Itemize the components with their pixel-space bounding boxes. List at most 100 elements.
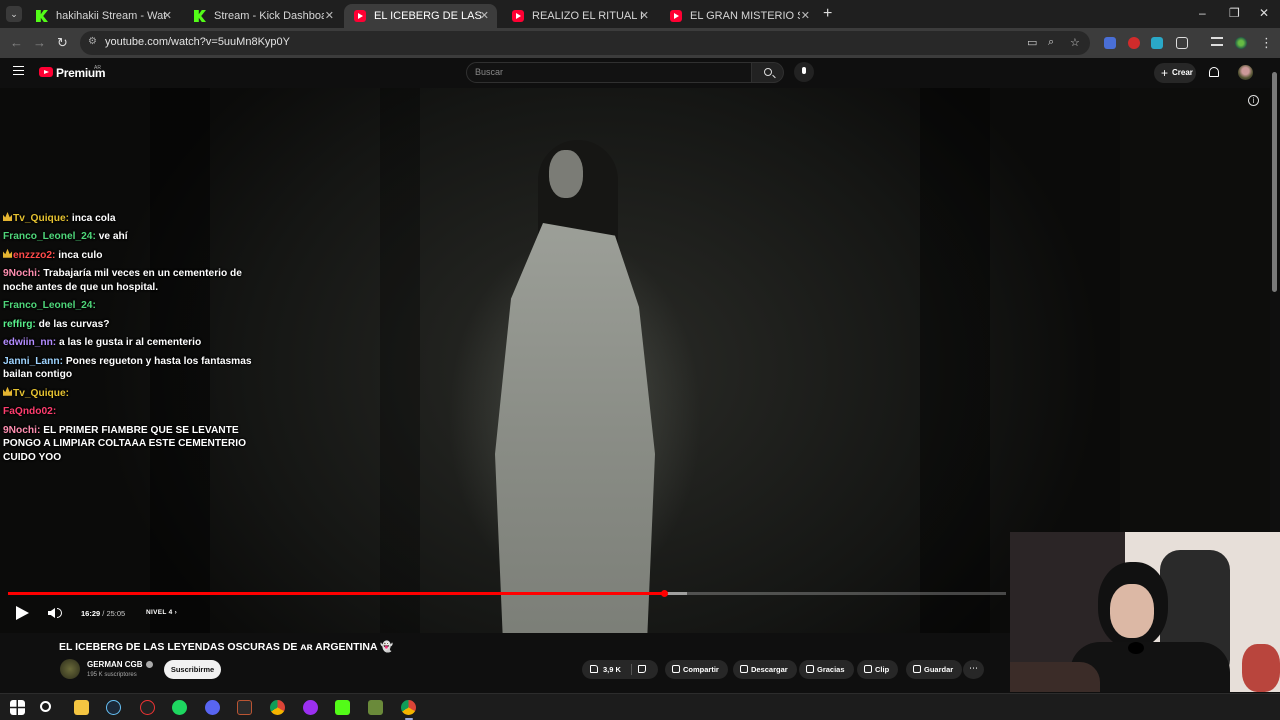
cast-icon[interactable]: ▭ [1027,36,1037,49]
tab-iceberg[interactable]: EL ICEBERG DE LAS LEYENDAS O ✕ [344,4,497,28]
search-icon[interactable] [40,701,51,712]
new-tab-button[interactable]: + [823,5,832,23]
channel-name-text[interactable]: GERMAN CGB [87,660,143,669]
chat-username[interactable]: Tv_Quique: [13,213,69,224]
chat-username[interactable]: enzzzo2: [13,250,55,261]
tab-kick-dashboard[interactable]: Stream - Kick Dashboard ✕ [184,4,342,28]
close-icon[interactable]: ✕ [801,9,810,22]
search-input[interactable]: Buscar [466,62,752,83]
scrollbar-thumb[interactable] [1272,72,1277,292]
tab-kick-stream[interactable]: hakihakii Stream - Watch Live on ✕ [26,4,180,28]
profile-avatar-icon[interactable] [1235,37,1247,49]
chat-username[interactable]: FaQndo02: [3,406,56,417]
zoom-icon[interactable]: ⌕ [1048,36,1054,49]
like-count[interactable]: 3,9 K [603,660,621,679]
bookmark-star-icon[interactable]: ☆ [1070,36,1080,49]
tab-title: hakihakii Stream - Watch Live on [56,10,166,22]
app-icon[interactable] [237,700,252,715]
progress-scrubber[interactable] [660,590,668,597]
chat-text: inca cola [71,213,116,224]
account-avatar[interactable] [1238,65,1253,80]
channel-avatar[interactable] [60,659,80,679]
info-icon[interactable]: i [1248,95,1259,106]
obs-icon[interactable] [140,700,155,715]
stream-chat-overlay: Tv_Quique: inca cola Franco_Leonel_24: ve… [3,212,273,469]
chrome-active-icon[interactable] [401,700,416,715]
reload-icon[interactable]: ↻ [57,35,68,51]
create-button[interactable]: Crear [1154,63,1196,83]
back-icon[interactable]: ← [10,35,23,50]
video-details: EL ICEBERG DE LAS LEYENDAS OSCURAS DE ᴀʀ… [0,633,1010,693]
extensions-puzzle-icon[interactable] [1176,37,1188,49]
chat-text: de las curvas? [38,318,110,330]
thumbs-down-icon[interactable] [638,665,646,673]
thanks-label: Gracias [817,665,845,674]
steam-icon[interactable] [106,700,121,715]
thanks-icon [806,665,814,673]
chapter-button[interactable]: NIVEL 4 › [146,609,177,616]
media-control-icon[interactable] [1211,37,1223,46]
site-info-icon[interactable]: ⚙ [88,36,100,48]
close-window-icon[interactable]: ✕ [1259,6,1269,20]
chat-username[interactable]: Tv_Quique: [13,388,69,399]
clip-label: Clip [875,665,890,674]
close-icon[interactable]: ✕ [325,9,334,22]
chat-text: EL PRIMER FIAMBRE QUE SE LEVANTE PONGO A… [3,424,246,464]
chat-username[interactable]: 9Nochi: [3,425,40,436]
play-icon[interactable] [16,606,29,620]
share-button[interactable]: Compartir [665,660,728,679]
chat-message: Tv_Quique: inca cola [3,212,273,226]
thanks-button[interactable]: Gracias [799,660,854,679]
clip-button[interactable]: Clip [857,660,899,679]
chat-username[interactable]: Franco_Leonel_24: [3,231,96,242]
notifications-bell-icon[interactable] [1209,67,1219,77]
file-explorer-icon[interactable] [74,700,89,715]
ghost-figure-face [549,150,583,198]
chat-username[interactable]: edwiin_nn: [3,337,56,348]
streamer-face [1110,584,1154,638]
subscribe-button[interactable]: Suscribirme [164,660,221,679]
discord-icon[interactable] [205,700,220,715]
canva-icon[interactable] [303,700,318,715]
chat-username[interactable]: Franco_Leonel_24: [3,300,96,311]
close-icon[interactable]: ✕ [163,9,172,22]
region-code: AR [94,65,101,71]
url-text[interactable]: youtube.com/watch?v=5uuMn8Kyp0Y [105,36,290,48]
windows-start-icon[interactable] [10,700,25,715]
spotify-icon[interactable] [172,700,187,715]
tab-search-icon[interactable]: ⌄ [6,6,22,22]
chat-username[interactable]: Janni_Lann: [3,356,63,367]
thumbs-up-icon[interactable] [590,665,598,673]
voice-search-mic-icon[interactable] [794,62,814,82]
extension-icon[interactable] [1128,37,1140,49]
minecraft-icon[interactable] [368,700,383,715]
chat-username[interactable]: 9Nochi: [3,268,40,279]
tab-ritual[interactable]: REALIZO EL RITUAL DE HITORI ✕ [502,4,657,28]
download-button[interactable]: Descargar [733,660,797,679]
channel-name[interactable]: GERMAN CGB [87,660,153,669]
chat-username[interactable]: reffirg: [3,319,36,330]
youtube-icon [354,10,366,22]
restore-icon[interactable]: ❐ [1229,6,1240,20]
kick-icon [36,10,48,22]
save-button[interactable]: Guardar [906,660,963,679]
minimize-icon[interactable]: – [1199,6,1206,20]
youtube-logo-icon[interactable] [39,67,53,77]
forward-icon[interactable]: → [33,35,46,50]
search-button[interactable] [752,62,784,83]
chrome-icon[interactable] [270,700,285,715]
more-actions-icon[interactable]: ⋯ [963,660,984,679]
tab-misterio[interactable]: EL GRAN MISTERIO SIN RESOLV ✕ [660,4,818,28]
chat-message: Tv_Quique: [3,386,273,401]
kick-icon[interactable] [335,700,350,715]
tab-title: EL GRAN MISTERIO SIN RESOLV [690,10,800,22]
extension-icon[interactable] [1151,37,1163,49]
browser-menu-icon[interactable]: ⋮ [1260,35,1273,51]
close-icon[interactable]: ✕ [480,9,489,22]
progress-bar[interactable] [8,590,1006,597]
close-icon[interactable]: ✕ [640,9,649,22]
youtube-masthead: Premium AR Buscar Crear [0,58,1280,88]
address-bar[interactable]: ⚙ youtube.com/watch?v=5uuMn8Kyp0Y ▭ ⌕ ☆ [80,31,1090,55]
extension-icon[interactable] [1104,37,1116,49]
hamburger-menu-icon[interactable] [13,66,24,75]
